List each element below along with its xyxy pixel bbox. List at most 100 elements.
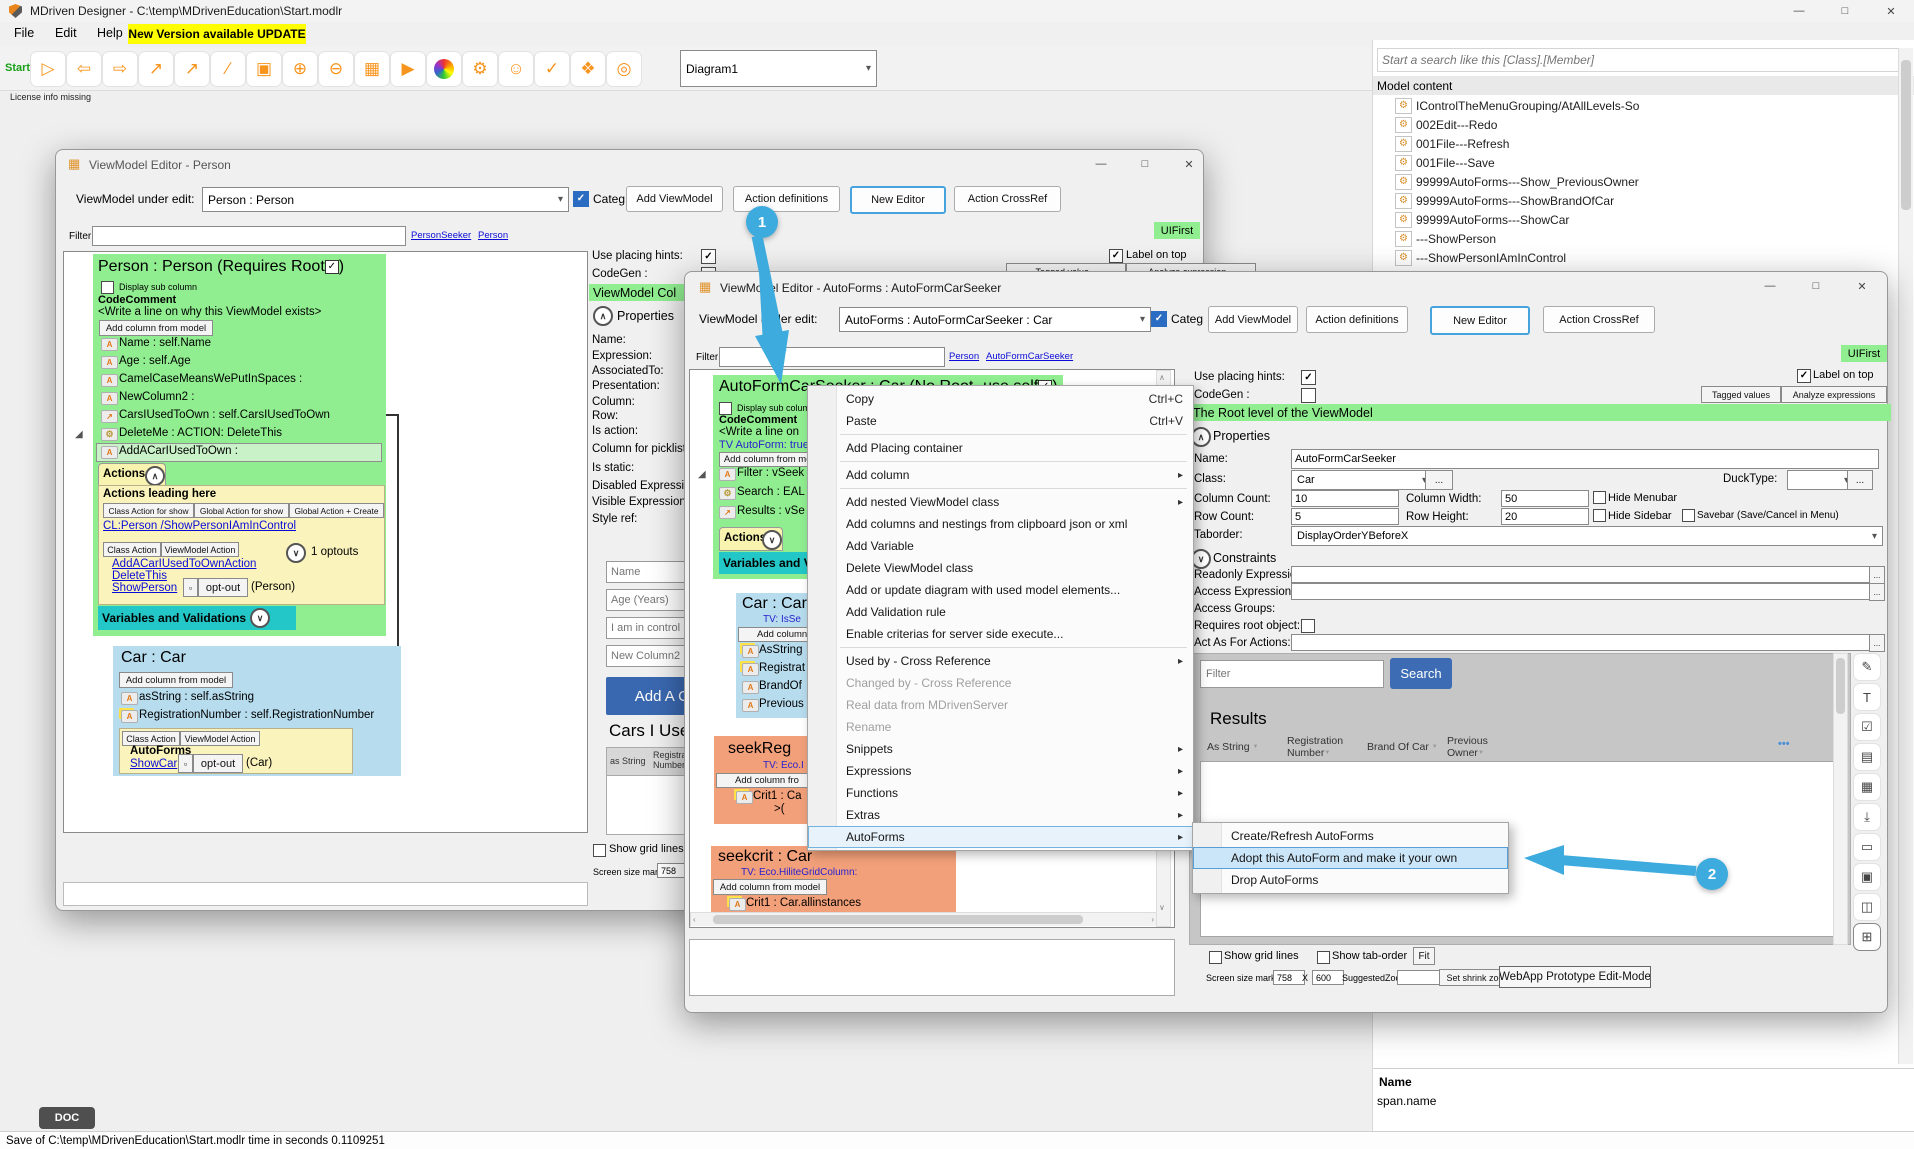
search-button[interactable]: Search (1390, 658, 1452, 689)
submenu-item-adopt[interactable]: Adopt this AutoForm and make it your own (1193, 847, 1508, 869)
results-column-regnum[interactable]: Registration Number▼ (1287, 736, 1349, 760)
window-select-icon[interactable]: ▣ (246, 51, 282, 87)
person-car-panel[interactable]: Car : Car Add column from model asString… (113, 646, 401, 776)
new-editor-button[interactable]: New Editor (850, 186, 946, 214)
sidebar-item[interactable]: ⚙99999AutoForms---ShowBrandOfCar (1373, 191, 1903, 210)
checkbox-tool-icon[interactable]: ☑ (1853, 713, 1881, 741)
person-link[interactable]: Person (949, 351, 979, 362)
results-scrollbar[interactable] (1833, 653, 1848, 945)
expander-icon[interactable]: ◢ (698, 469, 706, 480)
uifirst-badge[interactable]: UIFirst (1154, 222, 1200, 239)
viewmodel-under-edit-select[interactable]: AutoForms : AutoFormCarSeeker : Car (839, 307, 1151, 332)
uifirst-badge[interactable]: UIFirst (1841, 345, 1887, 362)
minimize-button[interactable]: — (1776, 0, 1822, 22)
column-row[interactable]: Age : self.Age (119, 355, 191, 367)
spiral-icon[interactable]: ◎ (606, 51, 642, 87)
maximize-icon[interactable]: □ (1795, 276, 1837, 296)
tagged-value-link[interactable]: TV AutoForm: true (719, 439, 809, 451)
menu-item-add-clipboard[interactable]: Add columns and nestings from clipboard … (808, 513, 1193, 535)
window-run-icon[interactable]: ▶ (390, 51, 426, 87)
results-column-brand[interactable]: Brand Of Car ▼ (1367, 742, 1438, 754)
zoom-in-icon[interactable]: ⊕ (282, 51, 318, 87)
viewmodel-under-edit-select[interactable]: Person : Person (202, 187, 569, 212)
sidebar-item[interactable]: ⚙002Edit---Redo (1373, 115, 1903, 134)
add-column-button[interactable]: Add column from model (99, 320, 213, 336)
menu-item-add-variable[interactable]: Add Variable (808, 535, 1193, 557)
viewmodel-action-button[interactable]: ViewModel Action (161, 542, 239, 557)
menu-item-functions[interactable]: Functions▸ (808, 782, 1193, 804)
deletethis-link[interactable]: DeleteThis (112, 570, 167, 582)
menu-item-used-by[interactable]: Used by - Cross Reference▸ (808, 650, 1193, 672)
marker-height-input[interactable]: 600 (1312, 970, 1344, 985)
column-row[interactable]: asString : self.asString (139, 691, 254, 703)
maximize-button[interactable]: □ (1822, 0, 1868, 22)
column-row[interactable]: AsString (759, 644, 802, 656)
tagged-value-link[interactable]: TV: Eco.I (763, 760, 804, 771)
filter-input[interactable] (92, 226, 406, 246)
tagged-value-link[interactable]: TV: Eco.HiliteGridColumn: (741, 867, 857, 878)
results-more-button[interactable]: ••• (1778, 738, 1790, 750)
access-input[interactable] (1291, 583, 1875, 600)
viewmodel-action-button[interactable]: ViewModel Action (180, 731, 260, 746)
autoformcarseeker-link[interactable]: AutoFormCarSeeker (986, 351, 1073, 362)
action-crossref-button[interactable]: Action CrossRef (954, 186, 1061, 212)
image-tool-icon[interactable]: ▣ (1853, 863, 1881, 891)
submenu-item-drop[interactable]: Drop AutoForms (1193, 869, 1508, 891)
comment-hint[interactable]: <Write a line on why this ViewModel exis… (98, 306, 321, 318)
add-column-button[interactable]: Add column from model (713, 879, 827, 895)
gears-icon[interactable]: ⚙ (462, 51, 498, 87)
cl-person-link[interactable]: CL:Person /ShowPersonIAmInControl (103, 520, 296, 532)
zoom-out-icon[interactable]: ⊖ (318, 51, 354, 87)
add-viewmodel-button[interactable]: Add ViewModel (1208, 306, 1298, 333)
add-viewmodel-button[interactable]: Add ViewModel (626, 186, 723, 212)
detail-name-value[interactable]: span.name (1377, 1094, 1436, 1108)
download-tool-icon[interactable]: ⤓ (1853, 803, 1881, 831)
action-crossref-button[interactable]: Action CrossRef (1543, 306, 1655, 333)
name-input[interactable]: AutoFormCarSeeker (1291, 449, 1879, 469)
sidebar-item[interactable]: ⚙99999AutoForms---Show_PreviousOwner (1373, 172, 1903, 191)
marker-width-input[interactable]: 758 (1273, 970, 1305, 985)
properties-collapse-icon[interactable] (1191, 427, 1211, 447)
optout-icon[interactable]: ▫ (183, 578, 198, 597)
menu-item-add-validation[interactable]: Add Validation rule (808, 601, 1193, 623)
show-grid-lines-checkbox[interactable] (593, 844, 606, 857)
actas-ellipsis-button[interactable]: ... (1869, 634, 1885, 652)
menu-item-enable-criterias[interactable]: Enable criterias for server side execute… (808, 623, 1193, 645)
menu-item-autoforms[interactable]: AutoForms▸ (808, 826, 1193, 848)
access-ellipsis-button[interactable]: ... (1869, 583, 1885, 601)
sidebar-item[interactable]: ⚙001File---Save (1373, 153, 1903, 172)
categ-checkbox[interactable] (573, 191, 589, 207)
column-row[interactable]: Filter : vSeek (737, 467, 804, 479)
marker-width-input[interactable]: 758 (657, 863, 687, 878)
class-action-button[interactable]: Class Action (122, 731, 180, 746)
column-count-input[interactable]: 10 (1291, 490, 1399, 507)
new-editor-button[interactable]: New Editor (1430, 306, 1530, 335)
person-link[interactable]: Person (478, 230, 508, 241)
properties-collapse-icon[interactable] (593, 306, 613, 326)
grid-tool-icon[interactable]: ▦ (1853, 773, 1881, 801)
savebar-checkbox[interactable] (1682, 509, 1695, 522)
menu-item-add-diagram[interactable]: Add or update diagram with used model el… (808, 579, 1193, 601)
column-row[interactable]: Registrat (759, 662, 805, 674)
menu-item-paste[interactable]: PasteCtrl+V (808, 410, 1193, 432)
maximize-icon[interactable]: □ (1125, 154, 1165, 174)
codegen-checkbox[interactable] (1301, 388, 1316, 403)
sidebar-item[interactable]: ⚙IControlTheMenuGrouping/AtAllLevels-So (1373, 96, 1903, 115)
canvas-horizontal-scrollbar[interactable]: ‹ › (690, 912, 1156, 926)
sidebar-scrollbar[interactable] (1898, 48, 1913, 1064)
filter-funnel-icon[interactable]: ▼ (1253, 744, 1259, 750)
add-column-button[interactable]: Add column fro (716, 773, 818, 788)
label-on-top-checkbox[interactable] (1797, 369, 1811, 383)
webapp-prototype-button[interactable]: WebApp Prototype Edit-Mode (1499, 966, 1651, 988)
hide-sidebar-checkbox[interactable] (1593, 509, 1606, 522)
comment-hint[interactable]: <Write a line on (719, 426, 799, 438)
color-wheel-icon[interactable] (426, 51, 462, 87)
optout-button[interactable]: opt-out (193, 754, 243, 773)
menu-item-add-column[interactable]: Add column▸ (808, 464, 1193, 486)
grid-column-header[interactable]: as String (610, 756, 646, 766)
filter-funnel-icon[interactable]: ▼ (1478, 750, 1484, 756)
action-definitions-button[interactable]: Action definitions (1306, 306, 1408, 333)
use-placing-checkbox[interactable] (701, 249, 716, 264)
ducktype-select[interactable] (1787, 470, 1855, 490)
model-search-input[interactable] (1377, 48, 1911, 72)
